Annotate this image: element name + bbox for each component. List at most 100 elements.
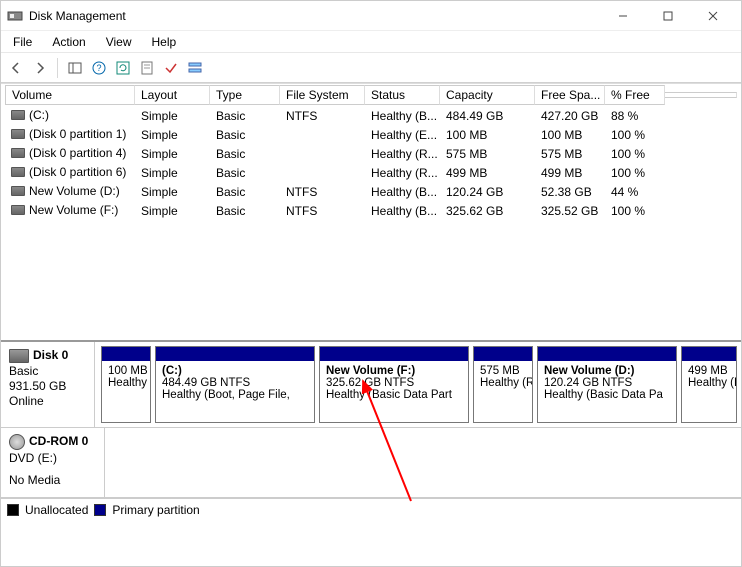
partition-status: Healthy <box>108 377 144 389</box>
volume-status: Healthy (B... <box>365 203 440 219</box>
volume-capacity: 120.24 GB <box>440 184 535 200</box>
volume-capacity: 575 MB <box>440 146 535 162</box>
col-pctfree[interactable]: % Free <box>605 85 665 105</box>
col-volume[interactable]: Volume <box>5 85 135 105</box>
volume-layout: Simple <box>135 203 210 219</box>
volume-name: (Disk 0 partition 4) <box>29 146 126 160</box>
volume-free: 52.38 GB <box>535 184 605 200</box>
maximize-button[interactable] <box>645 2 690 30</box>
partition-status: Healthy (Basic Data Pa <box>544 389 670 401</box>
cdrom-name: CD-ROM 0 <box>29 434 88 448</box>
title-bar: Disk Management <box>1 1 741 31</box>
volume-free: 575 MB <box>535 146 605 162</box>
volume-free: 499 MB <box>535 165 605 181</box>
volume-list[interactable]: Volume Layout Type File System Status Ca… <box>1 83 741 340</box>
menu-view[interactable]: View <box>96 33 142 51</box>
partition-status: Healthy (R <box>688 377 730 389</box>
partition-size: 499 MB <box>688 365 730 377</box>
svg-text:?: ? <box>96 63 101 73</box>
menu-bar: File Action View Help <box>1 31 741 53</box>
partition-size: 120.24 GB NTFS <box>544 377 670 389</box>
volume-row[interactable]: (Disk 0 partition 6)SimpleBasicHealthy (… <box>1 163 741 182</box>
volume-type: Basic <box>210 165 280 181</box>
volume-type: Basic <box>210 146 280 162</box>
help-button[interactable]: ? <box>88 57 110 79</box>
volume-row[interactable]: New Volume (D:)SimpleBasicNTFSHealthy (B… <box>1 182 741 201</box>
volume-fs: NTFS <box>280 203 365 219</box>
volume-icon <box>11 110 25 120</box>
legend-swatch-primary <box>94 504 106 516</box>
disk-state-0: Online <box>9 394 86 408</box>
disk-label-0[interactable]: Disk 0 Basic 931.50 GB Online <box>1 342 95 427</box>
volume-icon <box>11 205 25 215</box>
disk-type-0: Basic <box>9 364 86 378</box>
partition[interactable]: New Volume (F:)325.62 GB NTFSHealthy (Ba… <box>319 346 469 423</box>
col-capacity[interactable]: Capacity <box>440 85 535 105</box>
volume-type: Basic <box>210 203 280 219</box>
col-free[interactable]: Free Spa... <box>535 85 605 105</box>
check-button[interactable] <box>160 57 182 79</box>
volume-status: Healthy (R... <box>365 165 440 181</box>
refresh-button[interactable] <box>112 57 134 79</box>
partition[interactable]: 575 MBHealthy (R <box>473 346 533 423</box>
partition[interactable]: 100 MBHealthy <box>101 346 151 423</box>
disk-icon <box>9 349 29 363</box>
volume-status: Healthy (B... <box>365 184 440 200</box>
col-type[interactable]: Type <box>210 85 280 105</box>
partition-size: 325.62 GB NTFS <box>326 377 462 389</box>
volume-icon <box>11 129 25 139</box>
partition[interactable]: 499 MBHealthy (R <box>681 346 737 423</box>
volume-row[interactable]: (Disk 0 partition 4)SimpleBasicHealthy (… <box>1 144 741 163</box>
volume-layout: Simple <box>135 127 210 143</box>
volume-row[interactable]: New Volume (F:) SimpleBasicNTFSHealthy (B… <box>1 201 741 220</box>
cdrom-icon <box>9 434 25 450</box>
forward-button[interactable] <box>29 57 51 79</box>
col-layout[interactable]: Layout <box>135 85 210 105</box>
col-status[interactable]: Status <box>365 85 440 105</box>
disk-map-pane: Disk 0 Basic 931.50 GB Online 100 MBHeal… <box>1 340 741 498</box>
volume-name: New Volume (F:) <box>29 203 118 217</box>
col-fs[interactable]: File System <box>280 85 365 105</box>
volume-capacity: 499 MB <box>440 165 535 181</box>
properties-button[interactable] <box>136 57 158 79</box>
partition[interactable]: New Volume (D:)120.24 GB NTFSHealthy (Ba… <box>537 346 677 423</box>
disk-label-cdrom[interactable]: CD-ROM 0 DVD (E:) No Media <box>1 428 105 497</box>
volume-layout: Simple <box>135 108 210 124</box>
menu-file[interactable]: File <box>3 33 42 51</box>
volume-pctfree: 88 % <box>605 108 665 124</box>
volume-capacity: 484.49 GB <box>440 108 535 124</box>
disk-row-0: Disk 0 Basic 931.50 GB Online 100 MBHeal… <box>1 342 741 428</box>
partition[interactable]: (C:)484.49 GB NTFSHealthy (Boot, Page Fi… <box>155 346 315 423</box>
partition-title: New Volume (D:) <box>544 365 670 377</box>
legend: Unallocated Primary partition <box>1 498 741 520</box>
disk-parts-0: 100 MBHealthy(C:)484.49 GB NTFSHealthy (… <box>95 342 741 427</box>
list-button[interactable] <box>184 57 206 79</box>
partition-status: Healthy (Basic Data Part <box>326 389 462 401</box>
volume-row[interactable]: (C:)SimpleBasicNTFSHealthy (B...484.49 G… <box>1 106 741 125</box>
volume-row[interactable]: (Disk 0 partition 1)SimpleBasicHealthy (… <box>1 125 741 144</box>
close-button[interactable] <box>690 2 735 30</box>
toolbar: ? <box>1 53 741 83</box>
legend-unallocated: Unallocated <box>25 503 88 517</box>
menu-action[interactable]: Action <box>42 33 95 51</box>
cdrom-parts <box>105 428 741 497</box>
minimize-button[interactable] <box>600 2 645 30</box>
volume-fs <box>280 134 365 136</box>
disk-size-0: 931.50 GB <box>9 379 86 393</box>
volume-layout: Simple <box>135 184 210 200</box>
volume-icon <box>11 186 25 196</box>
volume-name: (C:) <box>29 108 49 122</box>
back-button[interactable] <box>5 57 27 79</box>
volume-free: 427.20 GB <box>535 108 605 124</box>
volume-free: 325.52 GB <box>535 203 605 219</box>
volume-fs: NTFS <box>280 184 365 200</box>
volume-pctfree: 100 % <box>605 203 665 219</box>
volume-status: Healthy (B... <box>365 108 440 124</box>
menu-help[interactable]: Help <box>142 33 187 51</box>
volume-fs <box>280 153 365 155</box>
cdrom-type: DVD (E:) <box>9 451 96 465</box>
volume-name: New Volume (D:) <box>29 184 120 198</box>
legend-swatch-unallocated <box>7 504 19 516</box>
volume-layout: Simple <box>135 165 210 181</box>
show-hide-button[interactable] <box>64 57 86 79</box>
